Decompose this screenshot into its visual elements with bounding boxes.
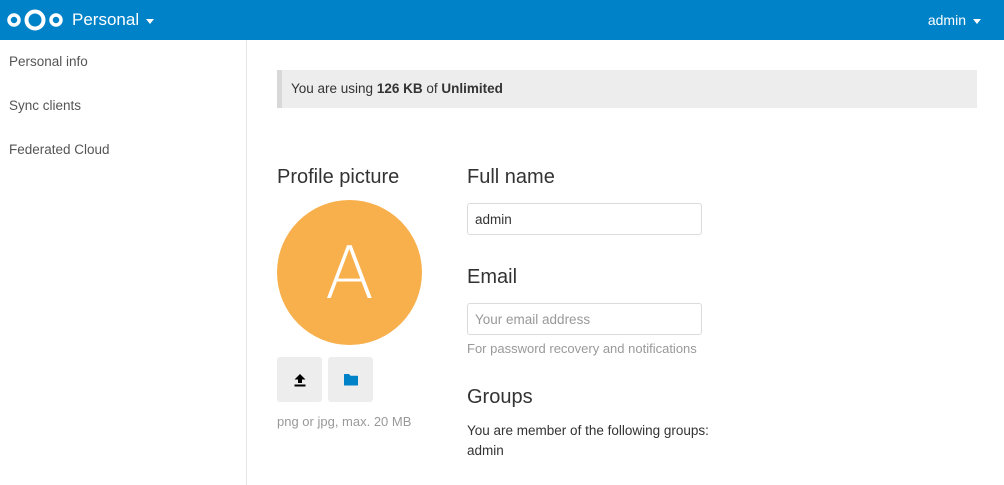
sidebar-item-sync-clients[interactable]: Sync clients — [0, 84, 246, 128]
top-header: Personal admin — [0, 0, 1004, 40]
full-name-input[interactable] — [467, 203, 702, 235]
upload-icon — [294, 373, 305, 386]
nextcloud-logo-icon[interactable] — [6, 8, 64, 32]
chevron-down-icon — [146, 18, 155, 24]
email-title: Email — [467, 266, 518, 288]
sidebar-item-personal-info[interactable]: Personal info — [0, 40, 246, 84]
email-hint: For password recovery and notifications — [467, 341, 697, 356]
choose-avatar-from-files-button[interactable] — [328, 357, 373, 402]
quota-used: 126 KB — [376, 81, 423, 96]
app-menu-label: Personal — [72, 10, 140, 29]
avatar-letter: A — [324, 230, 375, 315]
quota-middle: of — [422, 81, 442, 96]
user-menu-button[interactable]: admin — [928, 0, 981, 40]
folder-icon — [343, 374, 358, 386]
chevron-down-icon — [973, 18, 981, 24]
avatar-format-hint: png or jpg, max. 20 MB — [277, 414, 412, 429]
sidebar: Personal info Sync clients Federated Clo… — [0, 40, 247, 485]
groups-list: admin — [467, 443, 504, 458]
groups-info: You are member of the following groups: … — [467, 421, 709, 461]
quota-total: Unlimited — [441, 81, 503, 96]
groups-title: Groups — [467, 386, 533, 408]
profile-picture-title: Profile picture — [277, 166, 400, 188]
quota-bar: You are using 126 KB of Unlimited — [277, 70, 977, 108]
groups-description: You are member of the following groups: — [467, 423, 709, 438]
sidebar-item-federated-cloud[interactable]: Federated Cloud — [0, 128, 246, 172]
avatar: A — [277, 200, 422, 345]
email-input[interactable] — [467, 303, 702, 335]
app-menu-button[interactable]: Personal — [72, 0, 155, 40]
upload-avatar-button[interactable] — [277, 357, 322, 402]
full-name-title: Full name — [467, 166, 555, 188]
quota-prefix: You are using — [291, 81, 377, 96]
user-menu-label: admin — [927, 12, 966, 28]
